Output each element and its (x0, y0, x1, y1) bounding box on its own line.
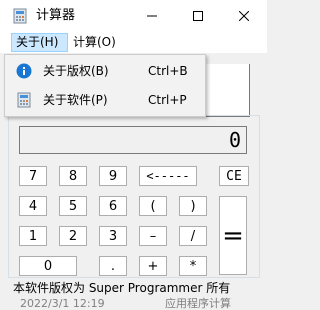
digit-3-button[interactable]: 3 (99, 226, 127, 246)
title-bar[interactable]: 计算器 (0, 0, 267, 31)
right-paren-button[interactable]: ) (179, 196, 207, 216)
timestamp-status: 2022/3/1 12:19 (20, 297, 105, 310)
minus-button[interactable]: – (139, 226, 167, 246)
clear-entry-button[interactable]: CE (219, 166, 249, 186)
menu-item-shortcut: Ctrl+B (148, 64, 188, 78)
digit-0-button[interactable]: 0 (19, 256, 77, 276)
menu-about[interactable]: 关于(H) (11, 33, 68, 52)
menu-item-about-copyright[interactable]: 关于版权(B) Ctrl+B (7, 58, 203, 84)
left-paren-button[interactable]: ( (139, 196, 167, 216)
divide-button[interactable]: / (179, 226, 207, 246)
plus-button[interactable]: + (139, 256, 167, 276)
maximize-button[interactable] (175, 0, 221, 31)
about-dropdown-menu: 关于版权(B) Ctrl+B 关于软件(P) Ctrl+P (4, 54, 206, 117)
menu-item-shortcut: Ctrl+P (148, 93, 187, 107)
digit-6-button[interactable]: 6 (99, 196, 127, 216)
display-value: 0 (228, 128, 241, 152)
decimal-point-button[interactable]: . (99, 256, 127, 276)
copyright-status: 本软件版权为 Super Programmer 所有 (13, 281, 231, 295)
menu-item-label: 关于版权(B) (43, 64, 109, 78)
close-button[interactable] (221, 0, 267, 31)
menu-item-about-software[interactable]: 关于软件(P) Ctrl+P (7, 87, 203, 113)
digit-7-button[interactable]: 7 (19, 166, 47, 186)
window-title: 计算器 (36, 8, 76, 23)
backspace-button[interactable]: <----- (139, 166, 197, 186)
info-icon (16, 63, 32, 79)
menu-item-label: 关于软件(P) (43, 93, 108, 107)
minimize-button[interactable] (129, 0, 175, 31)
minimize-icon (147, 15, 157, 16)
digit-5-button[interactable]: 5 (59, 196, 87, 216)
digit-2-button[interactable]: 2 (59, 226, 87, 246)
close-icon (239, 10, 249, 21)
app-status: 应用程序计算 (165, 297, 231, 310)
menu-bar: 关于(H) 计算(O) (0, 31, 267, 54)
digit-9-button[interactable]: 9 (99, 166, 127, 186)
calculator-icon (13, 8, 27, 24)
equals-button[interactable]: = (219, 196, 247, 275)
digit-4-button[interactable]: 4 (19, 196, 47, 216)
calculator-icon (17, 92, 31, 108)
digit-1-button[interactable]: 1 (19, 226, 47, 246)
multiply-button[interactable]: * (179, 256, 207, 276)
menu-calculate[interactable]: 计算(O) (69, 33, 120, 52)
result-display: 0 (19, 126, 247, 154)
maximize-icon (193, 10, 203, 21)
digit-8-button[interactable]: 8 (59, 166, 87, 186)
